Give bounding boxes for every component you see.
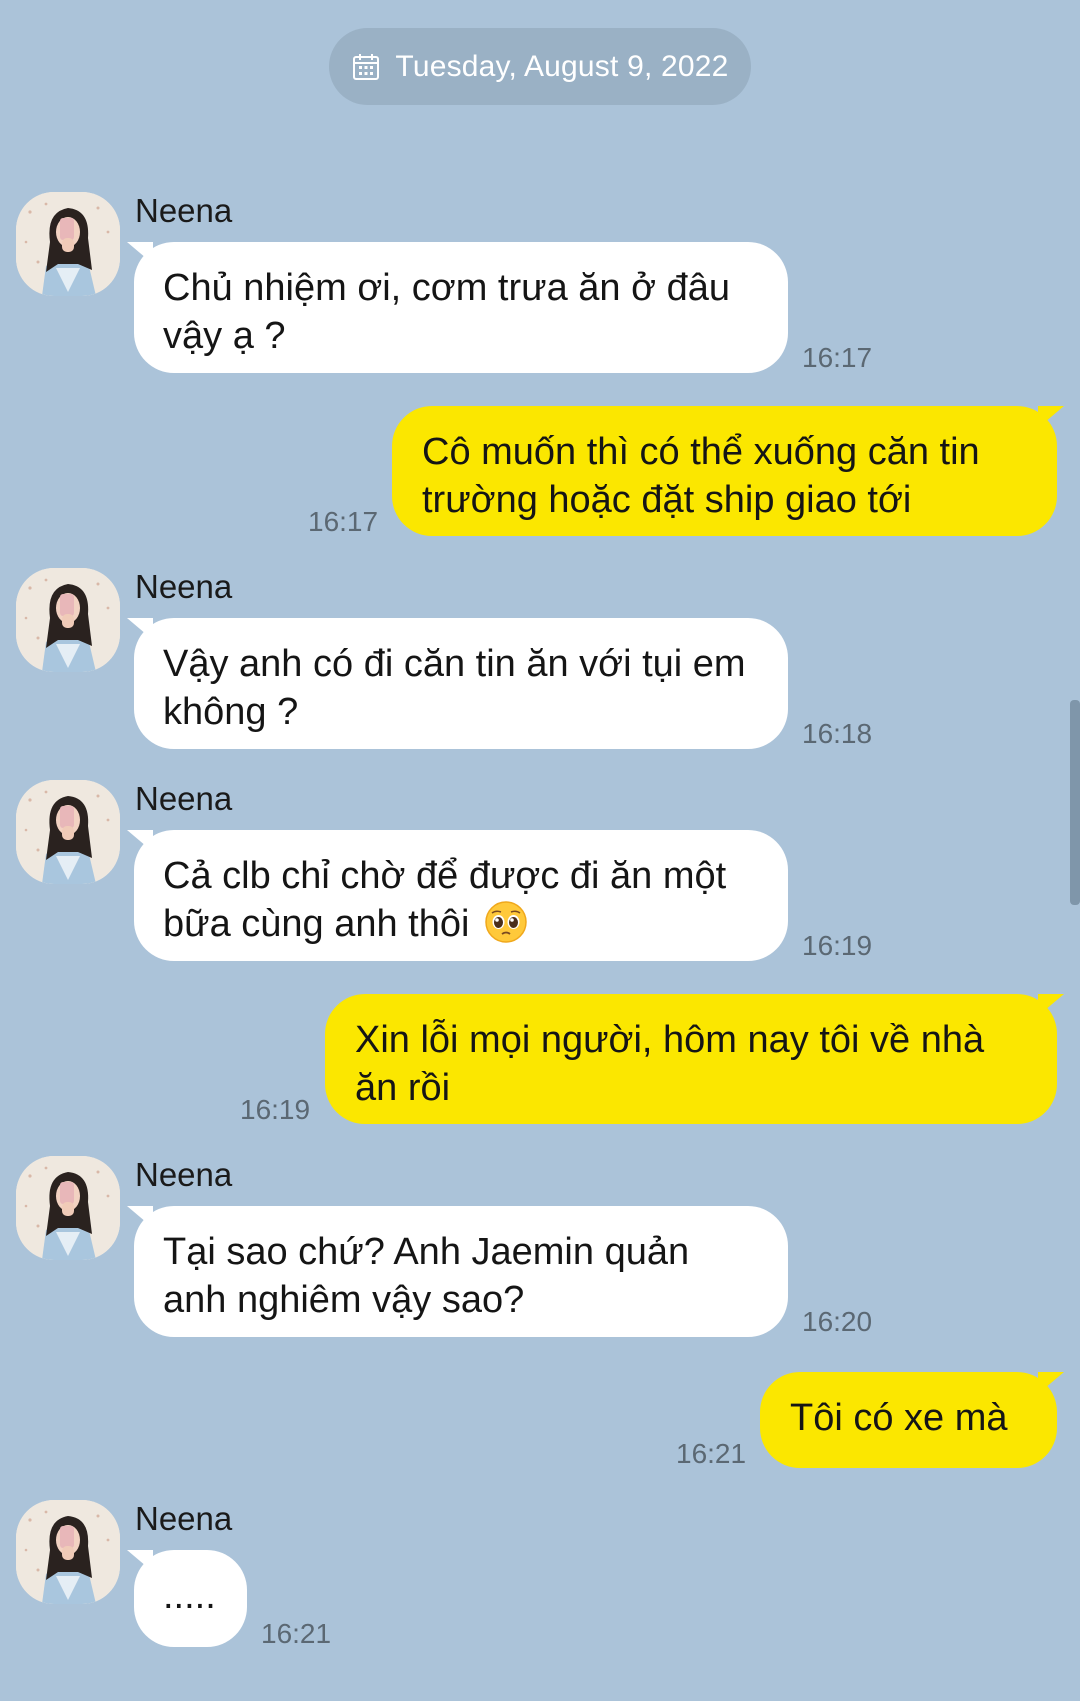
message-time: 16:18	[802, 718, 873, 749]
avatar-image	[16, 1500, 120, 1604]
message-text: Cả clb chỉ chờ để được đi ăn một bữa cùn…	[163, 855, 727, 945]
message-text: Vậy anh có đi căn tin ăn với tụi em khôn…	[163, 643, 746, 733]
sender-name: Neena	[135, 1500, 233, 1537]
avatar-image	[16, 780, 120, 884]
message-bubble-outgoing[interactable]: Tôi có xe mà	[760, 1372, 1064, 1468]
date-separator: Tuesday, August 9, 2022	[329, 28, 751, 105]
avatar[interactable]	[16, 780, 120, 884]
message-time: 16:19	[802, 930, 873, 961]
pleading-face-emoji-icon	[485, 901, 527, 943]
message-text: Chủ nhiệm ơi, cơm trưa ăn ở đâu vậy ạ ?	[163, 267, 730, 357]
message-bubble-incoming[interactable]: Tại sao chứ? Anh Jaemin quản anh nghiêm …	[127, 1206, 788, 1337]
message-bubble-incoming[interactable]: .....	[127, 1550, 247, 1647]
avatar[interactable]	[16, 568, 120, 672]
message-bubble-incoming[interactable]: Chủ nhiệm ơi, cơm trưa ăn ở đâu vậy ạ ?	[127, 242, 788, 373]
message-time: 16:17	[308, 506, 379, 537]
scrollbar[interactable]	[1070, 700, 1080, 905]
avatar-image	[16, 1156, 120, 1260]
avatar[interactable]	[16, 1500, 120, 1604]
message-time: 16:20	[802, 1306, 873, 1337]
avatar[interactable]	[16, 192, 120, 296]
message-text: Xin lỗi mọi người, hôm nay tôi về nhà ăn…	[355, 1019, 985, 1109]
message-text: .....	[163, 1575, 216, 1617]
avatar[interactable]	[16, 1156, 120, 1260]
sender-name: Neena	[135, 1156, 233, 1193]
message-text: Cô muốn thì có thể xuống căn tin trường …	[422, 431, 980, 521]
message-bubble-incoming[interactable]: Vậy anh có đi căn tin ăn với tụi em khôn…	[127, 618, 788, 749]
avatar-image	[16, 568, 120, 672]
sender-name: Neena	[135, 568, 233, 605]
sender-name: Neena	[135, 192, 233, 229]
message-time: 16:21	[676, 1438, 747, 1469]
message-bubble-outgoing[interactable]: Xin lỗi mọi người, hôm nay tôi về nhà ăn…	[325, 994, 1064, 1124]
calendar-icon	[353, 53, 380, 80]
message-bubble-outgoing[interactable]: Cô muốn thì có thể xuống căn tin trường …	[392, 406, 1064, 536]
date-label: Tuesday, August 9, 2022	[395, 49, 729, 83]
message-bubble-incoming[interactable]: Cả clb chỉ chờ để được đi ăn một bữa cùn…	[127, 830, 788, 961]
sender-name: Neena	[135, 780, 233, 817]
message-time: 16:19	[240, 1094, 311, 1125]
message-text: Tôi có xe mà	[790, 1397, 1008, 1439]
message-time: 16:17	[802, 342, 873, 373]
message-text: Tại sao chứ? Anh Jaemin quản anh nghiêm …	[163, 1231, 690, 1321]
message-time: 16:21	[261, 1618, 332, 1649]
avatar-image	[16, 192, 120, 296]
